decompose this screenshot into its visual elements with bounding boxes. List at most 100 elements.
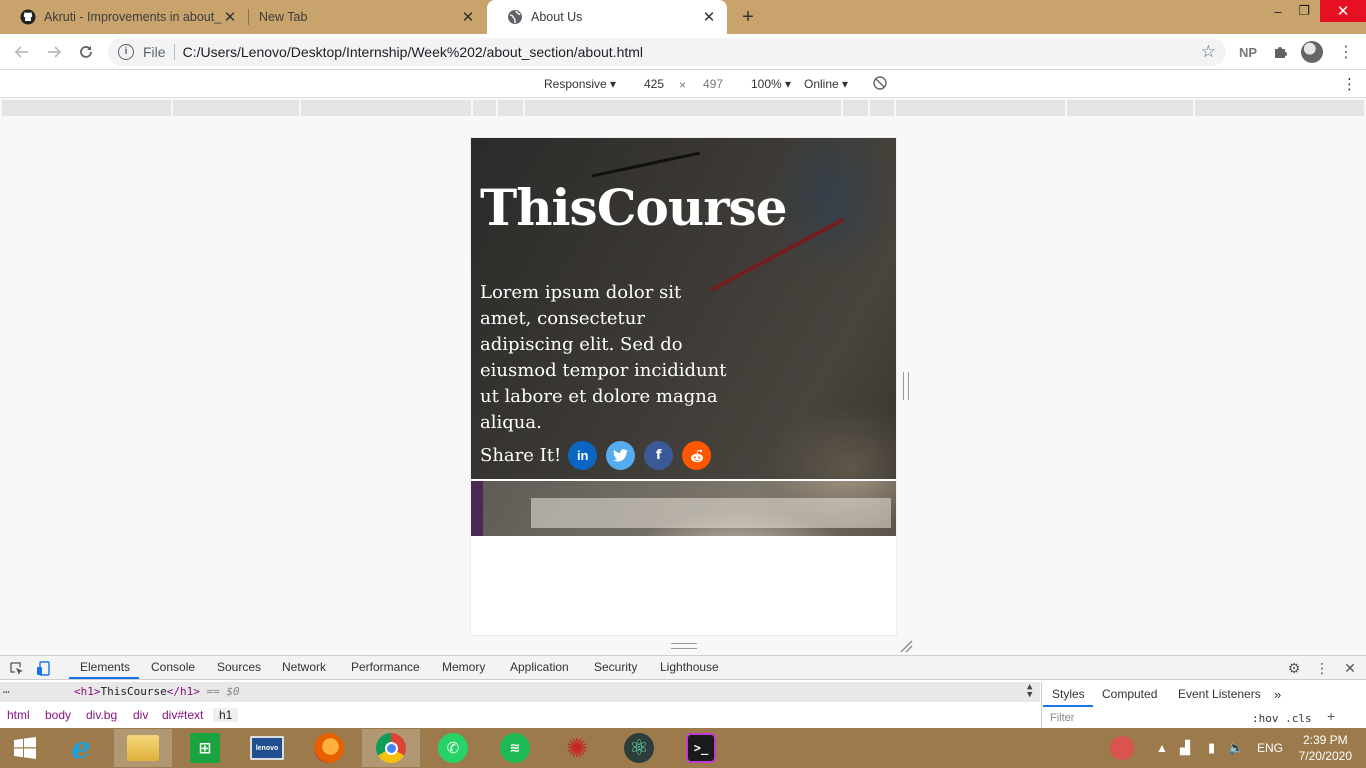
breadcrumb-div-bg[interactable]: div.bg — [86, 708, 117, 722]
devtools-tab-lighthouse[interactable]: Lighthouse — [660, 660, 719, 674]
width-input[interactable]: 425 — [644, 77, 664, 91]
lenovo-monitor-icon: lenovo — [250, 736, 284, 760]
close-window-button[interactable]: ✕ — [1320, 0, 1366, 22]
taskbar-terminal[interactable]: >_ — [672, 729, 730, 767]
bookmark-star-icon[interactable]: ☆ — [1201, 42, 1216, 62]
hero-background-image: ThisCourse Lorem ipsum dolor sit amet, c… — [471, 138, 896, 536]
extensions-button[interactable] — [1268, 40, 1292, 64]
tab-close-icon[interactable]: ✕ — [701, 9, 717, 26]
hov-cls-toggles[interactable]: :hov .cls — [1252, 712, 1312, 725]
devtools-tab-memory[interactable]: Memory — [442, 660, 485, 674]
media-query-segment[interactable] — [843, 100, 868, 116]
zoom-select[interactable]: 100% ▾ — [751, 77, 791, 91]
taskbar-spider-app[interactable]: ✺ — [548, 729, 606, 767]
system-clock[interactable]: 2:39 PM 7/20/2020 — [1299, 732, 1352, 764]
media-query-segment[interactable] — [173, 100, 299, 116]
tab-close-icon[interactable]: ✕ — [460, 9, 476, 26]
device-mode-value: Responsive — [544, 77, 607, 91]
taskbar-lenovo[interactable]: lenovo — [238, 729, 296, 767]
dom-ellipsis-icon[interactable]: … — [3, 683, 10, 696]
taskbar-firefox[interactable] — [300, 729, 358, 767]
media-query-segment[interactable] — [1195, 100, 1364, 116]
settings-gear-icon[interactable]: ⚙ — [1285, 659, 1303, 677]
sidebar-active-indicator — [1043, 705, 1093, 707]
media-query-segment[interactable] — [473, 100, 496, 116]
breadcrumb-html[interactable]: html — [7, 708, 30, 722]
network-throttle-select[interactable]: Online ▾ — [804, 77, 848, 91]
profile-button[interactable] — [1300, 40, 1324, 64]
taskbar-whatsapp[interactable]: ✆ — [424, 729, 482, 767]
media-query-segment[interactable] — [870, 100, 894, 116]
start-button[interactable] — [0, 729, 50, 767]
taskbar-store[interactable]: ⊞ — [176, 729, 234, 767]
breadcrumb-h1[interactable]: h1 — [213, 708, 239, 722]
close-devtools-icon[interactable]: ✕ — [1341, 659, 1359, 677]
add-rule-icon[interactable]: + — [1327, 708, 1335, 724]
devtools-menu-kebab-icon[interactable]: ⋮ — [1313, 659, 1331, 677]
info-icon[interactable]: i — [118, 44, 134, 60]
taskbar-atom[interactable]: ⚛ — [610, 729, 668, 767]
tab-new-tab[interactable]: New Tab ✕ — [248, 0, 486, 34]
media-query-segment[interactable] — [896, 100, 1065, 116]
viewport-resize-corner-icon[interactable] — [899, 639, 913, 653]
device-toggle-icon[interactable] — [34, 659, 52, 677]
viewport-resize-handle-right[interactable] — [903, 372, 909, 400]
menu-kebab-icon[interactable]: ⋮ — [1336, 40, 1356, 64]
media-query-segment[interactable] — [2, 100, 171, 116]
profile-initials[interactable]: NP — [1236, 40, 1260, 64]
media-query-segment[interactable] — [525, 100, 841, 116]
language-indicator[interactable]: ENG — [1257, 728, 1283, 768]
devtools-tab-performance[interactable]: Performance — [351, 660, 420, 674]
sidebar-tab-event-listeners[interactable]: Event Listeners — [1178, 687, 1261, 701]
tray-overflow-chevron-icon[interactable]: ▲ — [1156, 728, 1168, 768]
reddit-share-button[interactable] — [682, 441, 712, 470]
devtools-tab-console[interactable]: Console — [151, 660, 195, 674]
arrow-right-icon — [48, 46, 62, 58]
styles-filter-input[interactable]: Filter — [1050, 712, 1074, 724]
selected-dom-node[interactable]: … <h1>ThisCourse</h1> == $0 ▲ ▼ — [0, 682, 1040, 702]
linkedin-share-button[interactable]: in — [568, 441, 598, 470]
devtools-tab-elements[interactable]: Elements — [80, 660, 130, 674]
inspect-element-icon[interactable] — [7, 659, 25, 677]
back-button[interactable] — [10, 40, 34, 64]
address-bar[interactable]: i File C:/Users/Lenovo/Desktop/Internshi… — [108, 38, 1226, 66]
taskbar-spotify[interactable]: ≋ — [486, 729, 544, 767]
url-text[interactable]: C:/Users/Lenovo/Desktop/Internship/Week%… — [183, 44, 643, 60]
breadcrumb-body[interactable]: body — [45, 708, 71, 722]
device-options-kebab-icon[interactable]: ⋮ — [1342, 75, 1357, 93]
tab-about-us[interactable]: About Us ✕ — [487, 0, 727, 34]
viewport-resize-handle-bottom[interactable] — [671, 643, 697, 649]
tray-app-icon[interactable] — [1106, 728, 1138, 768]
network-status-icon[interactable]: ▟ — [1180, 728, 1190, 768]
taskbar-internet-explorer[interactable]: e — [52, 729, 110, 767]
volume-icon[interactable]: 🔈 — [1228, 728, 1244, 768]
scroll-arrows-icon[interactable]: ▲ ▼ — [1027, 683, 1032, 700]
devtools-tab-application[interactable]: Application — [510, 660, 569, 674]
height-input[interactable]: 497 — [703, 77, 723, 91]
devtools-tab-security[interactable]: Security — [594, 660, 637, 674]
breadcrumb-div[interactable]: div — [133, 708, 148, 722]
devtools-tab-network[interactable]: Network — [282, 660, 326, 674]
more-tabs-chevron-icon[interactable]: » — [1274, 687, 1281, 702]
device-mode-select[interactable]: Responsive ▾ — [544, 77, 616, 91]
new-tab-button[interactable]: + — [737, 6, 759, 28]
media-query-segment[interactable] — [1067, 100, 1193, 116]
forward-button[interactable] — [42, 40, 66, 64]
rotate-icon[interactable] — [872, 75, 888, 94]
devtools-tab-sources[interactable]: Sources — [217, 660, 261, 674]
tab-close-icon[interactable]: ✕ — [222, 9, 238, 26]
sidebar-tab-styles[interactable]: Styles — [1052, 687, 1085, 701]
twitter-share-button[interactable] — [606, 441, 636, 470]
taskbar-file-explorer[interactable] — [114, 729, 172, 767]
chrome-icon — [376, 733, 406, 763]
battery-icon[interactable]: ▮ — [1208, 728, 1215, 768]
taskbar-chrome[interactable] — [362, 729, 420, 767]
devtools-tab-bar: Elements Console Sources Network Perform… — [0, 656, 1366, 680]
reload-button[interactable] — [74, 40, 98, 64]
facebook-share-button[interactable]: f — [644, 441, 674, 470]
media-query-segment[interactable] — [301, 100, 471, 116]
breadcrumb-div-text[interactable]: div#text — [162, 708, 203, 722]
sidebar-tab-computed[interactable]: Computed — [1102, 687, 1157, 701]
tab-github[interactable]: Akruti - Improvements in about_ ✕ — [0, 0, 248, 34]
media-query-segment[interactable] — [498, 100, 523, 116]
